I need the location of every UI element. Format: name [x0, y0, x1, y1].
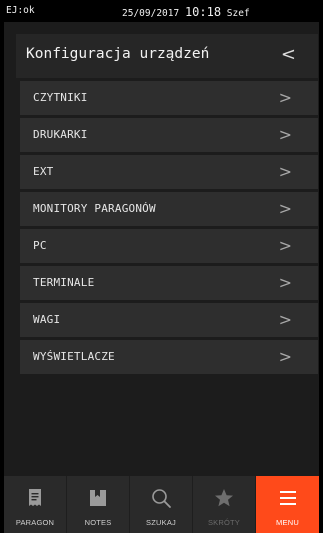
main-screen: Konfiguracja urządzeń < CZYTNIKI > DRUKA… — [4, 22, 319, 476]
notes-icon — [90, 490, 106, 506]
menu-item-label: MONITORY PARAGONÓW — [33, 202, 156, 215]
status-date: 25/09/2017 — [122, 8, 180, 19]
status-bar: EJ:ok 25/09/2017 10:18 Szef — [0, 0, 323, 22]
tab-label: SKRÓTY — [207, 518, 241, 527]
tab-szukaj[interactable]: SZUKAJ — [130, 476, 193, 533]
tab-skroty[interactable]: SKRÓTY — [193, 476, 256, 533]
tab-notes[interactable]: NOTES — [67, 476, 130, 533]
tab-label: PARAGON — [15, 518, 55, 527]
menu-item-label: WYŚWIETLACZE — [33, 350, 115, 363]
menu-item-czytniki[interactable]: CZYTNIKI > — [20, 81, 318, 115]
star-icon — [215, 489, 233, 507]
menu-item-label: PC — [33, 239, 47, 252]
chevron-right-icon: > — [278, 273, 292, 292]
back-button[interactable]: < — [281, 44, 296, 65]
chevron-right-icon: > — [278, 88, 292, 107]
menu-item-pc[interactable]: PC > — [20, 229, 318, 263]
status-user: Szef — [226, 8, 250, 19]
page-header: Konfiguracja urządzeń < — [16, 34, 318, 78]
bottom-nav: PARAGON NOTES SZUKAJ SKRÓTY MENU — [4, 476, 319, 533]
tab-label: NOTES — [84, 518, 112, 527]
menu-item-label: DRUKARKI — [33, 128, 88, 141]
ej-status: EJ:ok — [6, 5, 35, 16]
device-config-list: CZYTNIKI > DRUKARKI > EXT > MONITORY PAR… — [20, 78, 318, 374]
receipt-icon — [29, 489, 41, 506]
page-title: Konfiguracja urządzeń — [26, 46, 210, 62]
menu-item-drukarki[interactable]: DRUKARKI > — [20, 118, 318, 152]
menu-icon — [279, 491, 296, 505]
menu-item-label: EXT — [33, 165, 54, 178]
menu-item-wyswietlacze[interactable]: WYŚWIETLACZE > — [20, 340, 318, 374]
chevron-right-icon: > — [278, 236, 292, 255]
tab-label: MENU — [276, 518, 299, 527]
chevron-right-icon: > — [278, 347, 292, 366]
chevron-right-icon: > — [278, 125, 292, 144]
search-icon — [152, 489, 171, 508]
menu-item-ext[interactable]: EXT > — [20, 155, 318, 189]
menu-item-wagi[interactable]: WAGI > — [20, 303, 318, 337]
status-datetime: 25/09/2017 10:18 Szef — [122, 5, 250, 19]
tab-paragon[interactable]: PARAGON — [4, 476, 67, 533]
status-time: 10:18 — [184, 5, 222, 19]
menu-item-monitory-paragonow[interactable]: MONITORY PARAGONÓW > — [20, 192, 318, 226]
menu-item-terminale[interactable]: TERMINALE > — [20, 266, 318, 300]
menu-item-label: CZYTNIKI — [33, 91, 88, 104]
tab-label: SZUKAJ — [146, 518, 176, 527]
tab-menu[interactable]: MENU — [256, 476, 319, 533]
chevron-right-icon: > — [278, 310, 292, 329]
chevron-right-icon: > — [278, 162, 292, 181]
menu-item-label: WAGI — [33, 313, 61, 326]
chevron-right-icon: > — [278, 199, 292, 218]
menu-item-label: TERMINALE — [33, 276, 95, 289]
